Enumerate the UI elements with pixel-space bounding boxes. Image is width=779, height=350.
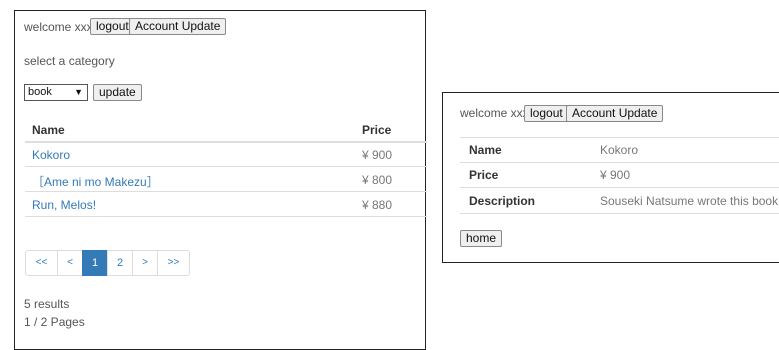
account-update-button[interactable]: Account Update [129, 18, 227, 35]
field-label-name: Name [469, 143, 502, 157]
category-select-value: book [28, 86, 52, 98]
row-divider [25, 166, 427, 167]
category-select[interactable]: book ▼ [24, 84, 88, 101]
table-header-divider [25, 141, 427, 143]
home-button[interactable]: home [460, 230, 503, 247]
logout-button[interactable]: logout [90, 18, 135, 35]
page-count: 1 / 2 Pages [24, 315, 85, 329]
column-header-name: Name [32, 123, 65, 137]
pagination-prev[interactable]: < [57, 250, 83, 276]
product-price: ¥ 900 [362, 148, 393, 162]
row-divider [25, 216, 427, 217]
welcome-text: welcome xxx [460, 106, 529, 120]
product-link[interactable]: ［Ame ni mo Makezu］ [32, 173, 159, 190]
field-value-name: Kokoro [600, 143, 639, 157]
pagination-next[interactable]: > [132, 250, 158, 276]
account-update-button[interactable]: Account Update [566, 105, 664, 122]
pagination-page-1[interactable]: 1 [82, 250, 108, 276]
detail-divider [460, 187, 779, 188]
pagination-first[interactable]: << [25, 250, 58, 276]
field-label-price: Price [469, 168, 499, 182]
field-value-description: Souseki Natsume wrote this book [600, 194, 779, 208]
results-count: 5 results [24, 297, 70, 311]
product-link[interactable]: Kokoro [32, 148, 70, 162]
product-detail-window: welcome xxx logout Account Update Name K… [442, 92, 779, 263]
pagination: << < 1 2 > >> [25, 250, 190, 276]
detail-divider [460, 162, 779, 163]
row-divider [25, 191, 427, 192]
product-price: ¥ 800 [362, 173, 393, 187]
detail-divider [460, 137, 779, 138]
detail-divider [460, 213, 779, 214]
pagination-page-2[interactable]: 2 [107, 250, 133, 276]
field-label-description: Description [469, 194, 536, 208]
logout-button[interactable]: logout [524, 105, 569, 122]
pagination-last[interactable]: >> [157, 250, 190, 276]
dropdown-arrow-icon: ▼ [74, 87, 83, 97]
category-prompt: select a category [24, 54, 115, 68]
field-value-price: ¥ 900 [600, 168, 631, 182]
product-price: ¥ 880 [362, 198, 393, 212]
product-list-window: welcome xxx logout Account Update select… [14, 10, 427, 350]
welcome-text: welcome xxx [24, 20, 93, 34]
product-link[interactable]: Run, Melos! [32, 198, 96, 212]
update-button[interactable]: update [93, 84, 142, 101]
column-header-price: Price [362, 123, 392, 137]
